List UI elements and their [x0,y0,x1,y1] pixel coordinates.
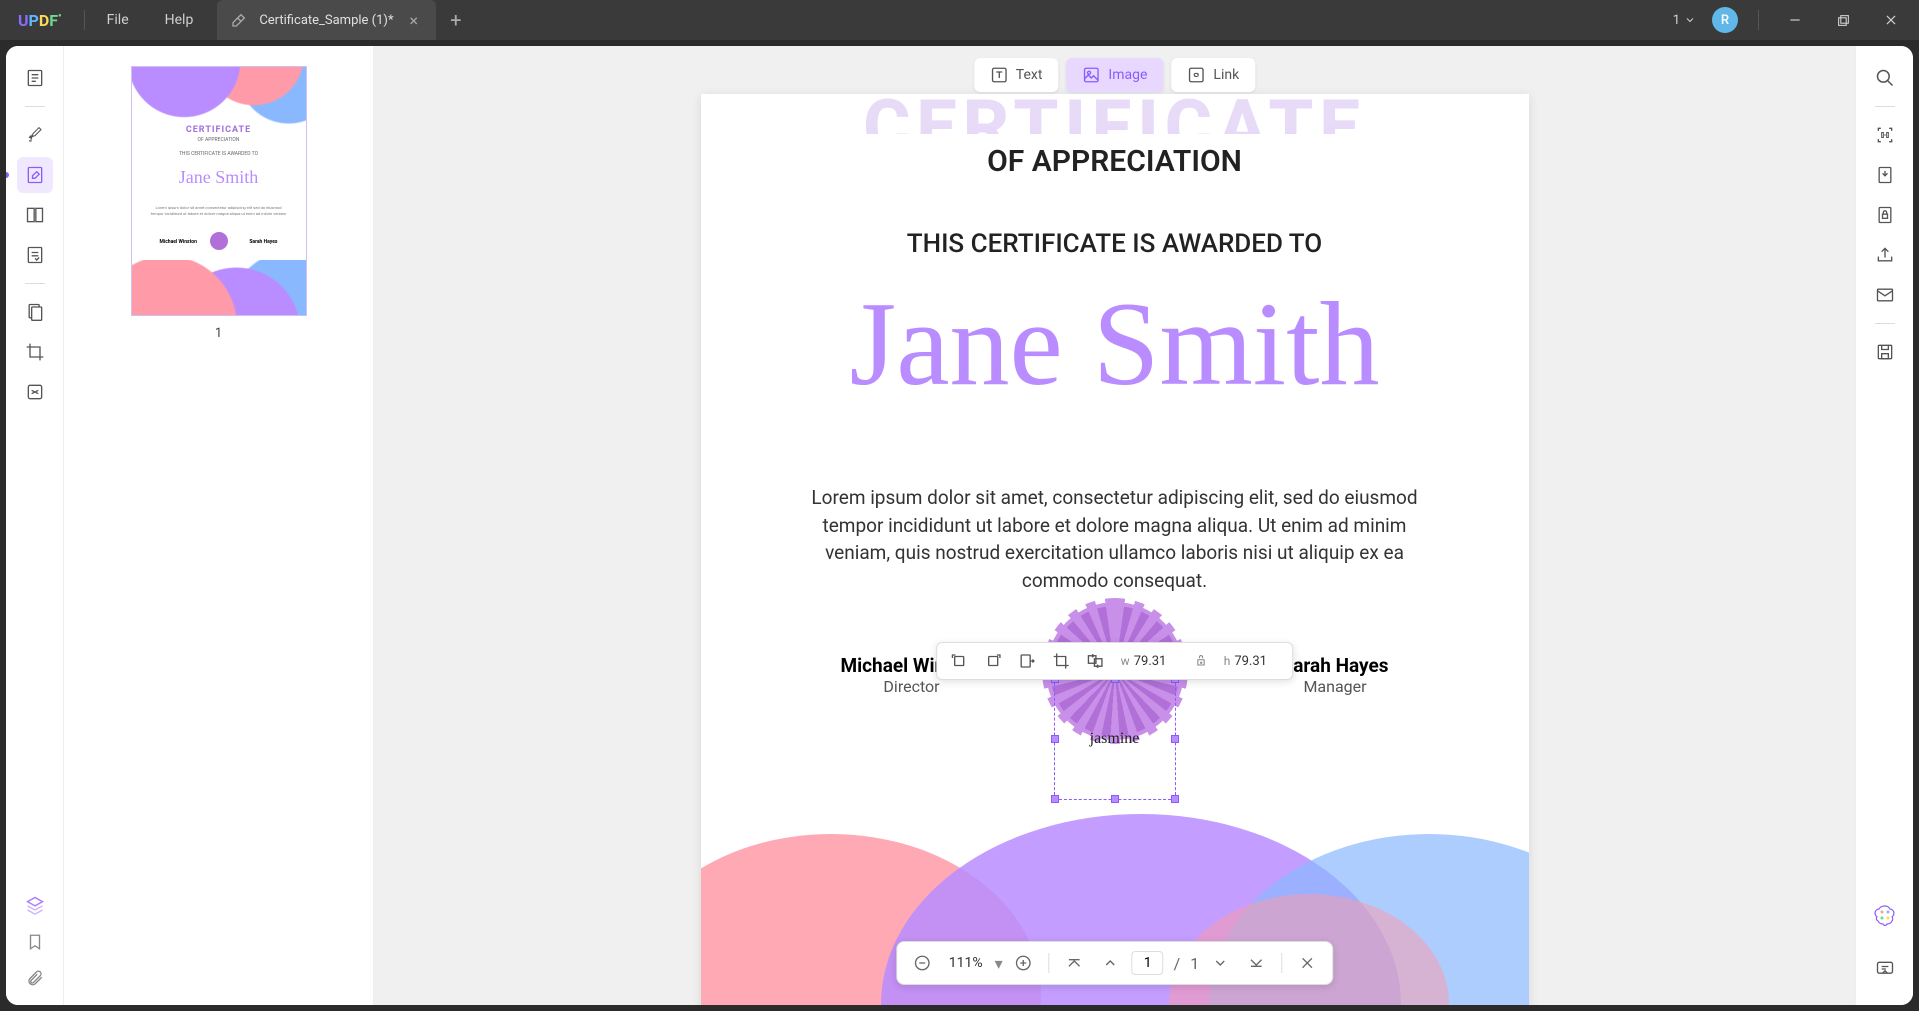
window-count[interactable]: 1 [1673,13,1696,28]
document-page[interactable]: CERTIFICATE OF APPRECIATION THIS CERTIFI… [701,94,1529,1005]
chevron-down-icon [1684,14,1696,26]
image-icon [1082,66,1100,84]
left-toolbar [6,46,64,1005]
height-input[interactable]: h [1218,654,1285,669]
resize-handle-e[interactable] [1171,735,1179,743]
resize-handle-sw[interactable] [1051,795,1059,803]
width-field[interactable] [1134,654,1178,669]
zoom-dropdown[interactable]: ▾ [995,954,1003,973]
height-field[interactable] [1234,654,1278,669]
user-avatar[interactable]: R [1712,7,1738,33]
crop-tool[interactable] [17,334,53,370]
new-tab-button[interactable]: + [436,8,475,32]
certificate-body: Lorem ipsum dolor sit amet, consectetur … [801,484,1429,594]
width-input[interactable]: w [1115,654,1184,669]
titlebar: UPDF• File Help Certificate_Sample (1)* … [0,0,1919,40]
redact-tool[interactable] [17,374,53,410]
layers-button[interactable] [25,895,45,915]
page-navigation-bar: 111% ▾ / 1 [896,941,1334,985]
lock-ratio-button[interactable] [1190,654,1212,668]
page-thumbnail-1[interactable]: CERTIFICATE OF APPRECIATION THIS CERTIFI… [131,66,307,316]
zoom-out-button[interactable] [907,948,937,978]
fill-sign-tool[interactable] [17,294,53,330]
protect-button[interactable] [1867,197,1903,233]
ai-assistant-button[interactable] [1867,897,1903,933]
ocr-button[interactable] [1867,117,1903,153]
form-tool[interactable] [17,237,53,273]
thumbnail-page-number: 1 [215,326,222,341]
image-selection-box[interactable]: jasmine [1054,678,1176,800]
last-page-button[interactable] [1241,948,1271,978]
signature-2: Sarah Hayes Manager [1282,654,1389,696]
edit-text-button[interactable]: Text [974,58,1059,92]
rotate-right-button[interactable] [979,647,1007,675]
email-button[interactable] [1867,277,1903,313]
edit-image-button[interactable]: Image [1066,58,1163,92]
total-pages: 1 [1190,954,1199,973]
convert-button[interactable] [1867,157,1903,193]
link-icon [1187,66,1205,84]
close-window-button[interactable] [1875,4,1907,36]
resize-handle-s[interactable] [1111,795,1119,803]
thumbnail-panel: CERTIFICATE OF APPRECIATION THIS CERTIFI… [64,46,374,1005]
edit-type-toolbar: Text Image Link [974,58,1255,92]
inserted-image-content: jasmine [1090,730,1140,748]
resize-handle-se[interactable] [1171,795,1179,803]
ai-icon [1873,903,1897,927]
zoom-in-button[interactable] [1009,948,1039,978]
bookmark-button[interactable] [26,933,44,951]
first-page-button[interactable] [1060,948,1090,978]
edit-link-button[interactable]: Link [1171,58,1255,92]
awarded-to-text: THIS CERTIFICATE IS AWARDED TO [701,229,1529,259]
menu-file[interactable]: File [89,12,147,28]
document-area: Text Image Link CERTIFICATE OF APPRECIAT… [374,46,1855,1005]
rotate-left-button[interactable] [945,647,973,675]
reader-tool[interactable] [17,60,53,96]
attachment-button[interactable] [26,969,44,987]
document-tab[interactable]: Certificate_Sample (1)* × [217,0,436,40]
page-number-input[interactable] [1132,951,1164,975]
app-logo: UPDF• [0,11,80,30]
edit-tool[interactable] [17,157,53,193]
share-button[interactable] [1867,237,1903,273]
organize-tool[interactable] [17,197,53,233]
minimize-button[interactable] [1779,4,1811,36]
recipient-name: Jane Smith [701,284,1529,404]
tab-close-button[interactable]: × [406,11,423,30]
zoom-level: 111% [943,955,989,971]
close-nav-button[interactable] [1292,948,1322,978]
feedback-button[interactable] [1867,951,1903,987]
resize-handle-w[interactable] [1051,735,1059,743]
maximize-button[interactable] [1827,4,1859,36]
comment-tool[interactable] [17,117,53,153]
tab-title: Certificate_Sample (1)* [259,13,393,28]
crop-image-button[interactable] [1047,647,1075,675]
image-edit-toolbar: w h [936,642,1294,680]
text-icon [990,66,1008,84]
extract-image-button[interactable] [1013,647,1041,675]
save-as-button[interactable] [1867,334,1903,370]
search-button[interactable] [1867,60,1903,96]
menu-help[interactable]: Help [147,12,212,28]
certificate-subtitle: OF APPRECIATION [701,144,1529,179]
right-toolbar [1855,46,1913,1005]
prev-page-button[interactable] [1096,948,1126,978]
eraser-icon [231,12,247,28]
replace-image-button[interactable] [1081,647,1109,675]
next-page-button[interactable] [1205,948,1235,978]
